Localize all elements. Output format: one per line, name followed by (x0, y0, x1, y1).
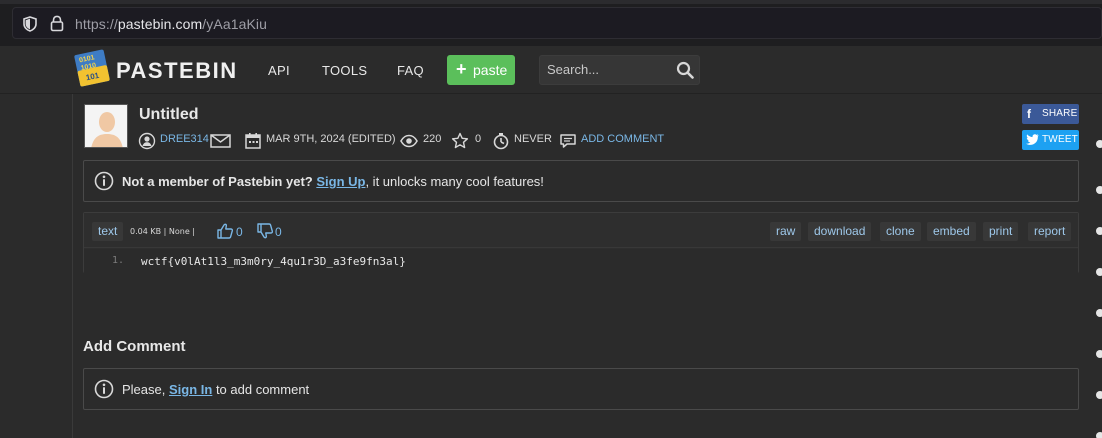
signin-prompt: Please, Sign In to add comment (122, 382, 309, 397)
paste-code-box: text 0.04 KB | None | 0 0 raw download c… (83, 212, 1079, 273)
thumbs-up-icon[interactable] (216, 223, 234, 239)
content-left-border (72, 94, 73, 438)
search-box (539, 55, 700, 85)
membership-question: Not a member of Pastebin yet? (122, 174, 313, 189)
url-scheme: https:// (75, 16, 118, 32)
author-link[interactable]: DREE314 (160, 133, 209, 145)
signin-prompt-after: to add comment (212, 382, 310, 397)
nav-tools[interactable]: TOOLS (322, 63, 367, 78)
syntax-tag[interactable]: text (92, 222, 124, 241)
tweet-label: TWEET (1042, 134, 1078, 145)
add-comment-heading: Add Comment (83, 338, 186, 355)
sign-up-link[interactable]: Sign Up (316, 174, 365, 189)
avatar[interactable] (84, 104, 128, 148)
like-count: 0 (236, 225, 243, 239)
site-header: 0101 1010 101 PASTEBIN API TOOLS FAQ + p… (0, 46, 1102, 94)
download-button[interactable]: download (808, 222, 872, 241)
code-toolbar: text 0.04 KB | None | 0 0 raw download c… (84, 213, 1078, 248)
calendar-icon (245, 133, 261, 149)
browser-toolbar: https://pastebin.com/yAa1aKiu (0, 0, 1102, 46)
comment-signin-notice: Please, Sign In to add comment (83, 368, 1079, 410)
nav-api[interactable]: API (268, 63, 290, 78)
plus-icon: + (456, 59, 467, 79)
new-paste-button[interactable]: + paste (447, 55, 515, 85)
view-count: 220 (423, 133, 442, 145)
clone-button[interactable]: clone (880, 222, 921, 241)
user-icon (138, 132, 156, 150)
membership-text: Not a member of Pastebin yet? Sign Up, i… (122, 174, 544, 189)
add-comment-link[interactable]: ADD COMMENT (581, 133, 664, 145)
paste-info: 0.04 KB | None | (130, 227, 195, 236)
facebook-icon: f (1027, 107, 1031, 121)
facebook-share-button[interactable]: f SHARE (1022, 104, 1079, 124)
address-bar[interactable]: https://pastebin.com/yAa1aKiu (12, 7, 1102, 39)
print-button[interactable]: print (983, 222, 1019, 241)
scroll-marker (1096, 227, 1102, 235)
star-icon[interactable] (451, 132, 469, 150)
new-paste-label: paste (473, 62, 508, 78)
line-number: 1. (112, 255, 125, 266)
scroll-marker (1096, 268, 1102, 276)
twitter-share-button[interactable]: TWEET (1022, 130, 1079, 150)
url-host: pastebin.com (117, 16, 203, 32)
comment-icon[interactable] (559, 132, 577, 150)
code-line: 1. wctf{v0lAt1l3_m3m0ry_4qu1r3D_a3fe9fn3… (84, 249, 1078, 273)
share-label: SHARE (1042, 108, 1078, 119)
url-text[interactable]: https://pastebin.com/yAa1aKiu (75, 16, 267, 32)
scroll-marker (1096, 350, 1102, 358)
embed-button[interactable]: embed (927, 222, 976, 241)
membership-rest: , it unlocks many cool features! (365, 174, 544, 189)
envelope-icon[interactable] (210, 132, 231, 150)
avatar-image (85, 105, 127, 147)
report-button[interactable]: report (1028, 222, 1072, 241)
dislike-count: 0 (275, 225, 282, 239)
membership-notice: Not a member of Pastebin yet? Sign Up, i… (83, 160, 1079, 202)
twitter-bird-icon (1026, 134, 1039, 145)
nav-faq[interactable]: FAQ (397, 63, 424, 78)
post-date: MAR 9TH, 2024 (EDITED) (266, 133, 396, 145)
tab-strip-edge (0, 0, 1102, 4)
info-icon (94, 171, 114, 191)
search-input[interactable] (547, 62, 667, 77)
raw-button[interactable]: raw (770, 222, 802, 241)
thumbs-down-icon[interactable] (256, 223, 274, 239)
scroll-marker (1096, 309, 1102, 317)
page-title: Untitled (139, 106, 199, 123)
brand-name[interactable]: PASTEBIN (116, 58, 238, 84)
signin-prompt-before: Please, (122, 382, 169, 397)
scroll-marker (1096, 186, 1102, 194)
lock-icon[interactable] (50, 15, 64, 32)
info-icon (94, 379, 114, 399)
url-path: /yAa1aKiu (202, 16, 268, 32)
sign-in-link[interactable]: Sign In (169, 382, 212, 397)
timer-icon (493, 133, 509, 150)
code-text[interactable]: wctf{v0lAt1l3_m3m0ry_4qu1r3D_a3fe9fn3al} (141, 255, 406, 268)
search-icon[interactable] (676, 61, 694, 79)
scroll-marker (1096, 432, 1102, 438)
scroll-marker (1096, 391, 1102, 399)
scroll-marker (1096, 140, 1102, 148)
expiry: NEVER (514, 133, 552, 145)
star-count: 0 (475, 133, 482, 145)
shield-icon[interactable] (22, 16, 38, 32)
eye-icon (400, 134, 418, 148)
pastebin-logo[interactable]: 0101 1010 101 (74, 48, 110, 88)
